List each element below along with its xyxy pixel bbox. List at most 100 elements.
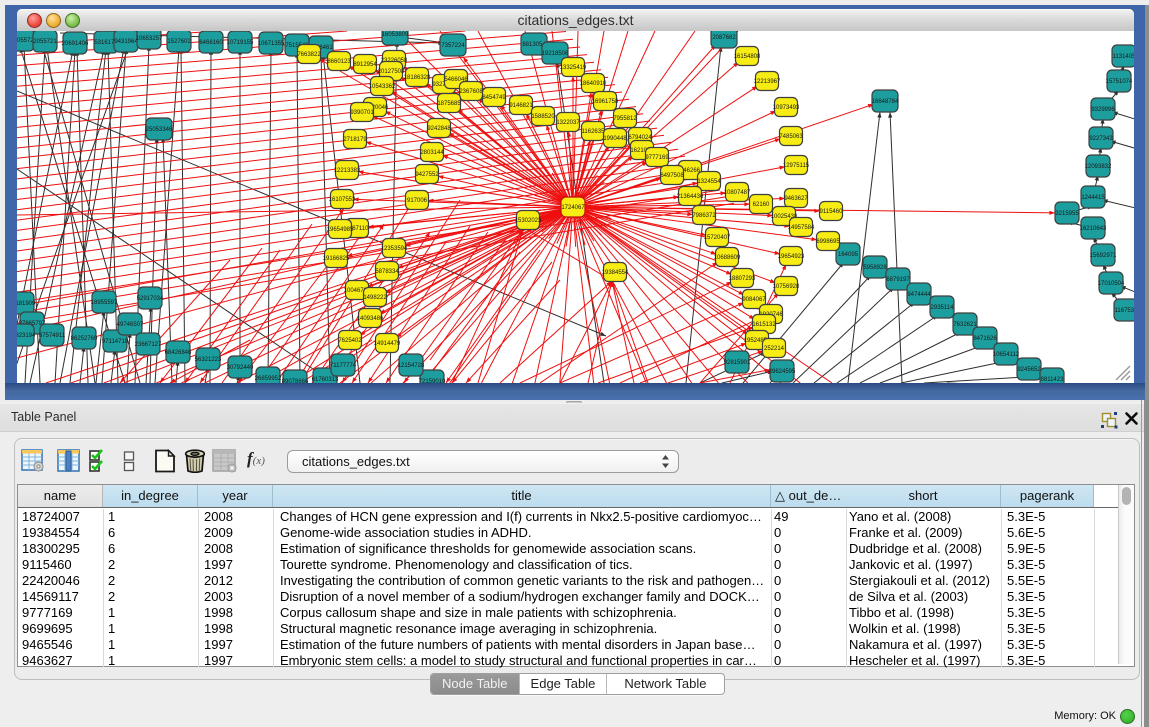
svg-text:2055721: 2055721 [33,39,57,45]
svg-text:30792440: 30792440 [227,365,254,371]
svg-text:7955812: 7955812 [613,116,637,122]
svg-text:1322037: 1322037 [556,120,580,126]
svg-text:2935114: 2935114 [931,305,955,311]
svg-text:7357224: 7357224 [441,43,465,49]
svg-text:9084067: 9084067 [742,297,766,303]
svg-text:1527602: 1527602 [167,39,191,45]
svg-text:61760313: 61760313 [312,377,339,383]
svg-text:14957584: 14957584 [788,225,815,231]
svg-text:14914479: 14914479 [374,341,401,347]
svg-text:12093832: 12093832 [1085,164,1112,170]
svg-text:252214: 252214 [764,346,785,352]
svg-text:9146821: 9146821 [509,103,533,109]
svg-text:56321223: 56321223 [195,357,222,363]
svg-text:19654923: 19654923 [778,254,805,260]
svg-text:1498222: 1498222 [363,295,387,301]
svg-text:25053346: 25053346 [146,127,173,133]
svg-text:12975115: 12975115 [783,163,810,169]
svg-text:1615132: 1615132 [752,322,776,328]
svg-text:19218506: 19218506 [542,51,569,57]
svg-text:2803144: 2803144 [420,150,444,156]
svg-text:2367608: 2367608 [459,89,483,95]
svg-text:12353594: 12353594 [381,246,408,252]
svg-text:14093486: 14093486 [357,316,384,322]
svg-text:10807487: 10807487 [724,190,751,196]
svg-text:18807293: 18807293 [729,276,756,282]
svg-text:9115460: 9115460 [820,209,844,215]
svg-text:3215955: 3215955 [1055,211,1079,217]
svg-text:21364436: 21364436 [677,194,704,200]
svg-text:18955597: 18955597 [91,300,118,306]
svg-text:12154728: 12154728 [398,363,425,369]
svg-text:97114710: 97114710 [102,339,129,345]
svg-text:16648784: 16648784 [872,99,899,105]
svg-text:1167534: 1167534 [1115,308,1134,314]
svg-text:35181909: 35181909 [17,301,36,307]
svg-text:10756928: 10756928 [773,284,800,290]
svg-text:7663822: 7663822 [297,52,321,58]
svg-text:9242848: 9242848 [427,126,451,132]
svg-text:10671355: 10671355 [258,41,285,47]
svg-text:18640910: 18640910 [580,81,607,87]
svg-text:15751074: 15751074 [1106,79,1133,85]
svg-text:917006: 917006 [407,198,428,204]
svg-text:16154808: 16154808 [734,54,761,60]
svg-text:19166825: 19166825 [323,256,350,262]
svg-text:39624595: 39624595 [769,369,796,375]
svg-text:15720407: 15720407 [704,235,731,241]
svg-text:72159010: 72159010 [419,379,446,383]
svg-text:89078666: 89078666 [282,379,309,383]
svg-text:1990448: 1990448 [603,136,627,142]
svg-text:54323194: 54323194 [17,333,36,339]
svg-text:1131405: 1131405 [1113,54,1134,60]
svg-text:19384554: 19384554 [602,270,629,276]
svg-text:87574911: 87574911 [39,333,66,339]
svg-text:1244415: 1244415 [1081,195,1105,201]
svg-text:9390701: 9390701 [350,110,374,116]
svg-text:8811423: 8811423 [1041,377,1065,383]
svg-text:20127508: 20127508 [378,69,405,75]
svg-text:71177774: 71177774 [330,363,357,369]
svg-text:68426846: 68426846 [165,350,192,356]
svg-text:10654112: 10654112 [993,352,1020,358]
svg-text:9427552: 9427552 [415,172,439,178]
svg-text:7632621: 7632621 [953,322,977,328]
svg-text:18186328: 18186328 [404,75,431,81]
svg-text:1405572: 1405572 [17,38,34,44]
svg-text:17010504: 17010504 [1098,281,1125,287]
svg-text:86252760: 86252760 [71,336,98,342]
svg-text:1162635: 1162635 [582,129,606,135]
svg-text:10653257: 10653257 [136,36,163,42]
svg-text:5958928: 5958928 [863,265,887,271]
svg-text:19654985: 19654985 [327,227,354,233]
svg-text:10688609: 10688609 [714,255,741,261]
svg-text:8660123: 8660123 [327,59,351,65]
svg-text:9245652: 9245652 [1017,367,1041,373]
svg-text:92815901: 92815901 [724,360,751,366]
svg-text:15302023: 15302023 [515,218,542,224]
svg-text:16053809: 16053809 [382,32,409,38]
svg-text:9329996: 9329996 [1091,107,1115,113]
svg-text:8912954: 8912954 [353,62,377,68]
svg-text:1875685: 1875685 [437,101,461,107]
svg-text:6998695: 6998695 [816,239,840,245]
svg-text:6497508: 6497508 [660,173,684,179]
svg-text:1724067: 1724067 [561,205,585,211]
svg-text:12213383: 12213383 [334,168,361,174]
svg-text:12213967: 12213967 [754,79,781,85]
svg-text:164095: 164095 [838,252,859,258]
svg-text:9777169: 9777169 [645,155,669,161]
svg-text:7485063: 7485063 [779,134,803,140]
svg-text:16961758: 16961758 [592,99,619,105]
svg-text:20691406: 20691406 [62,41,89,47]
svg-text:16107553: 16107553 [329,197,356,203]
svg-text:8471626: 8471626 [973,336,997,342]
svg-text:62160: 62160 [753,202,770,208]
svg-text:10973493: 10973493 [773,105,800,111]
svg-text:13325419: 13325419 [560,65,587,71]
svg-text:26859952: 26859952 [255,376,282,382]
svg-text:7986372: 7986372 [692,213,716,219]
svg-text:2087682: 2087682 [712,35,736,41]
svg-text:49746507: 49746507 [117,322,144,328]
svg-text:10719155: 10719155 [227,40,254,46]
